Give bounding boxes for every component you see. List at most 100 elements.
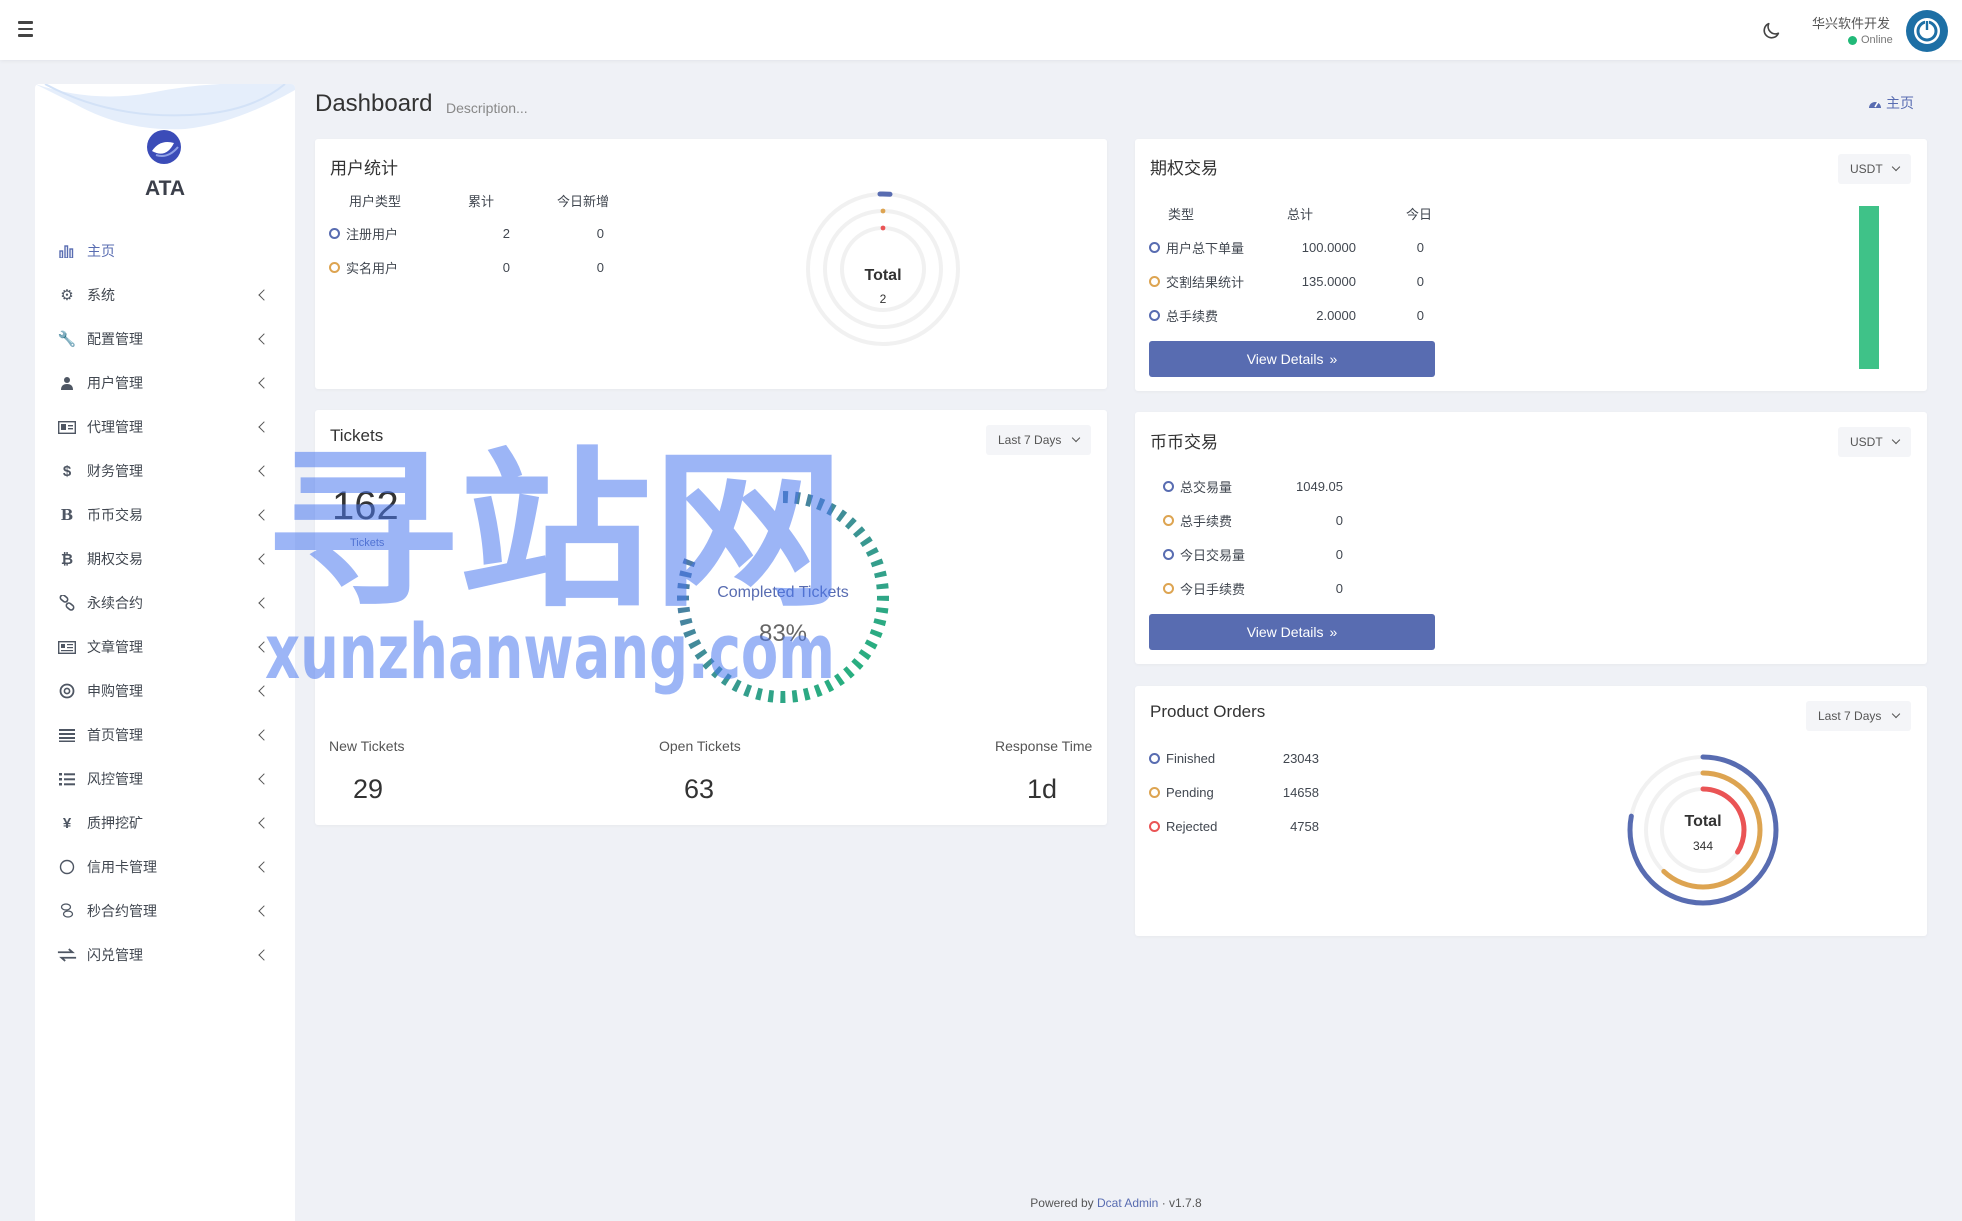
sidebar-item-subscription[interactable]: 申购管理 xyxy=(35,669,295,713)
row-today: 0 xyxy=(596,225,604,241)
sidebar-item-system[interactable]: ⚙ 系统 xyxy=(35,273,295,317)
chevron-left-icon xyxy=(258,641,270,653)
footer-prefix: Powered by xyxy=(1030,1196,1094,1210)
sidebar-item-finance[interactable]: $ 财务管理 xyxy=(35,449,295,493)
gauge-label: Completed Tickets xyxy=(717,584,849,601)
donut-center-value: 2 xyxy=(879,292,887,306)
sidebar-item-label: 用户管理 xyxy=(87,375,143,391)
tickets-card: Tickets Last 7 Days 162 Tickets Complete… xyxy=(315,410,1107,825)
table-row: 总手续费 2.0000 0 xyxy=(1149,305,1449,325)
sidebar-item-staking[interactable]: ¥ 质押挖矿 xyxy=(35,801,295,845)
list-item: 总手续费 0 xyxy=(1163,510,1413,530)
sidebar-item-options-trade[interactable]: ₿ 期权交易 xyxy=(35,537,295,581)
ata-logo-icon xyxy=(147,130,181,164)
sidebar-item-label: 代理管理 xyxy=(87,419,143,435)
page-title: Dashboard xyxy=(315,90,433,117)
sidebar-item-label: 闪兑管理 xyxy=(87,947,143,963)
row-total: 100.0000 xyxy=(1301,239,1356,255)
sidebar-item-label: 文章管理 xyxy=(87,639,143,655)
donut-center-label: Total xyxy=(864,267,902,284)
row-total: 2 xyxy=(502,225,510,241)
response-time-label: Response Time xyxy=(995,738,1093,754)
row-today: 0 xyxy=(596,259,604,275)
exchange-icon xyxy=(57,945,77,965)
sidebar-item-coin-trade[interactable]: B 币币交易 xyxy=(35,493,295,537)
chevron-down-icon xyxy=(1891,162,1901,172)
link-icon xyxy=(57,593,77,613)
sidebar-item-homepage[interactable]: 首页管理 xyxy=(35,713,295,757)
menu-toggle-icon[interactable] xyxy=(18,18,40,40)
user-status: Online xyxy=(1848,34,1893,46)
new-tickets-value: 29 xyxy=(353,774,384,804)
view-details-button[interactable]: View Details » xyxy=(1149,614,1435,650)
list-item: Finished 23043 xyxy=(1149,748,1369,768)
options-volume-bar xyxy=(1859,206,1879,369)
sidebar-item-flash-swap[interactable]: 闪兑管理 xyxy=(35,933,295,977)
bitcoin-b-icon: B xyxy=(60,506,74,524)
currency-select[interactable]: USDT xyxy=(1838,427,1911,457)
breadcrumb-home[interactable]: 主页 xyxy=(1886,93,1914,113)
row-label: 今日交易量 xyxy=(1180,547,1246,563)
sidebar-item-label: 配置管理 xyxy=(87,331,143,347)
chevron-left-icon xyxy=(258,949,270,961)
view-details-label: View Details xyxy=(1246,624,1324,640)
row-today: 0 xyxy=(1416,239,1424,255)
avatar[interactable] xyxy=(1906,10,1948,52)
col-header-total: 总计 xyxy=(1287,207,1314,222)
sidebar-item-label: 主页 xyxy=(87,243,115,259)
response-time-value: 1d xyxy=(1027,774,1058,804)
donut-center-label: Total xyxy=(1684,813,1722,830)
circle-marker-icon xyxy=(1149,820,1160,832)
view-details-button[interactable]: View Details » xyxy=(1149,341,1435,377)
chevron-left-icon xyxy=(258,597,270,609)
sidebar-menu: 主页 ⚙ 系统 🔧 配置管理 用户管理 代理管理 $ 财务管理 B 币币交易 ₿… xyxy=(35,229,295,977)
bitcoin-icon: ₿ xyxy=(60,550,74,568)
col-header-type: 用户类型 xyxy=(349,194,402,209)
footer-link[interactable]: Dcat Admin xyxy=(1097,1196,1158,1210)
currency-select[interactable]: USDT xyxy=(1838,154,1911,184)
power-icon xyxy=(1914,18,1940,44)
dark-mode-moon-icon[interactable] xyxy=(1760,20,1782,42)
sidebar-item-agents[interactable]: 代理管理 xyxy=(35,405,295,449)
col-header-today: 今日新增 xyxy=(557,194,610,209)
tickets-count: 162 xyxy=(332,484,399,528)
sidebar-item-credit-card[interactable]: 信用卡管理 xyxy=(35,845,295,889)
circle-marker-icon xyxy=(1163,514,1174,526)
circle-marker-icon xyxy=(329,227,340,239)
row-label: 总手续费 xyxy=(1166,308,1219,324)
row-label: 用户总下单量 xyxy=(1166,240,1245,256)
user-name[interactable]: 华兴软件开发 xyxy=(1812,13,1890,32)
sidebar-item-home[interactable]: 主页 xyxy=(35,229,295,273)
chevron-down-icon xyxy=(1891,435,1901,445)
sidebar-item-second-contract[interactable]: 秒合约管理 xyxy=(35,889,295,933)
circle-marker-icon xyxy=(329,261,340,273)
chevron-down-icon xyxy=(1891,709,1901,719)
col-header-type: 类型 xyxy=(1168,207,1195,222)
breadcrumb[interactable]: 主页 xyxy=(1868,93,1914,113)
double-chevron-right-icon: » xyxy=(1329,351,1338,367)
row-value: 0 xyxy=(1335,580,1343,596)
range-select[interactable]: Last 7 Days xyxy=(986,425,1091,455)
list-item: Rejected 4758 xyxy=(1149,816,1369,836)
row-label: 交割结果统计 xyxy=(1166,274,1245,290)
sidebar-item-label: 永续合约 xyxy=(87,595,143,611)
chevron-left-icon xyxy=(258,377,270,389)
coin-trade-card: 币币交易 USDT 总交易量 1049.05 总手续费 0 今日交易量 0 今日… xyxy=(1135,412,1927,664)
sidebar-item-users[interactable]: 用户管理 xyxy=(35,361,295,405)
sidebar-item-articles[interactable]: 文章管理 xyxy=(35,625,295,669)
user-stats-card: 用户统计 用户类型 累计 今日新增 注册用户 2 0 实名用户 0 0 Tota… xyxy=(315,139,1107,389)
sidebar-item-risk[interactable]: 风控管理 xyxy=(35,757,295,801)
sidebar: ATA 主页 ⚙ 系统 🔧 配置管理 用户管理 代理管理 $ 财务管理 B 币币… xyxy=(35,84,295,1221)
circle-marker-icon xyxy=(1163,480,1174,492)
card-title: Tickets xyxy=(330,426,384,445)
sidebar-item-perpetual[interactable]: 永续合约 xyxy=(35,581,295,625)
chevron-left-icon xyxy=(258,553,270,565)
sidebar-item-config[interactable]: 🔧 配置管理 xyxy=(35,317,295,361)
currency-select-value: USDT xyxy=(1850,435,1883,449)
chevron-left-icon xyxy=(258,729,270,741)
users-icon xyxy=(57,373,77,393)
range-select[interactable]: Last 7 Days xyxy=(1806,701,1911,731)
chevron-left-icon xyxy=(258,333,270,345)
circle-icon xyxy=(57,857,77,877)
sidebar-item-label: 秒合约管理 xyxy=(87,903,157,919)
